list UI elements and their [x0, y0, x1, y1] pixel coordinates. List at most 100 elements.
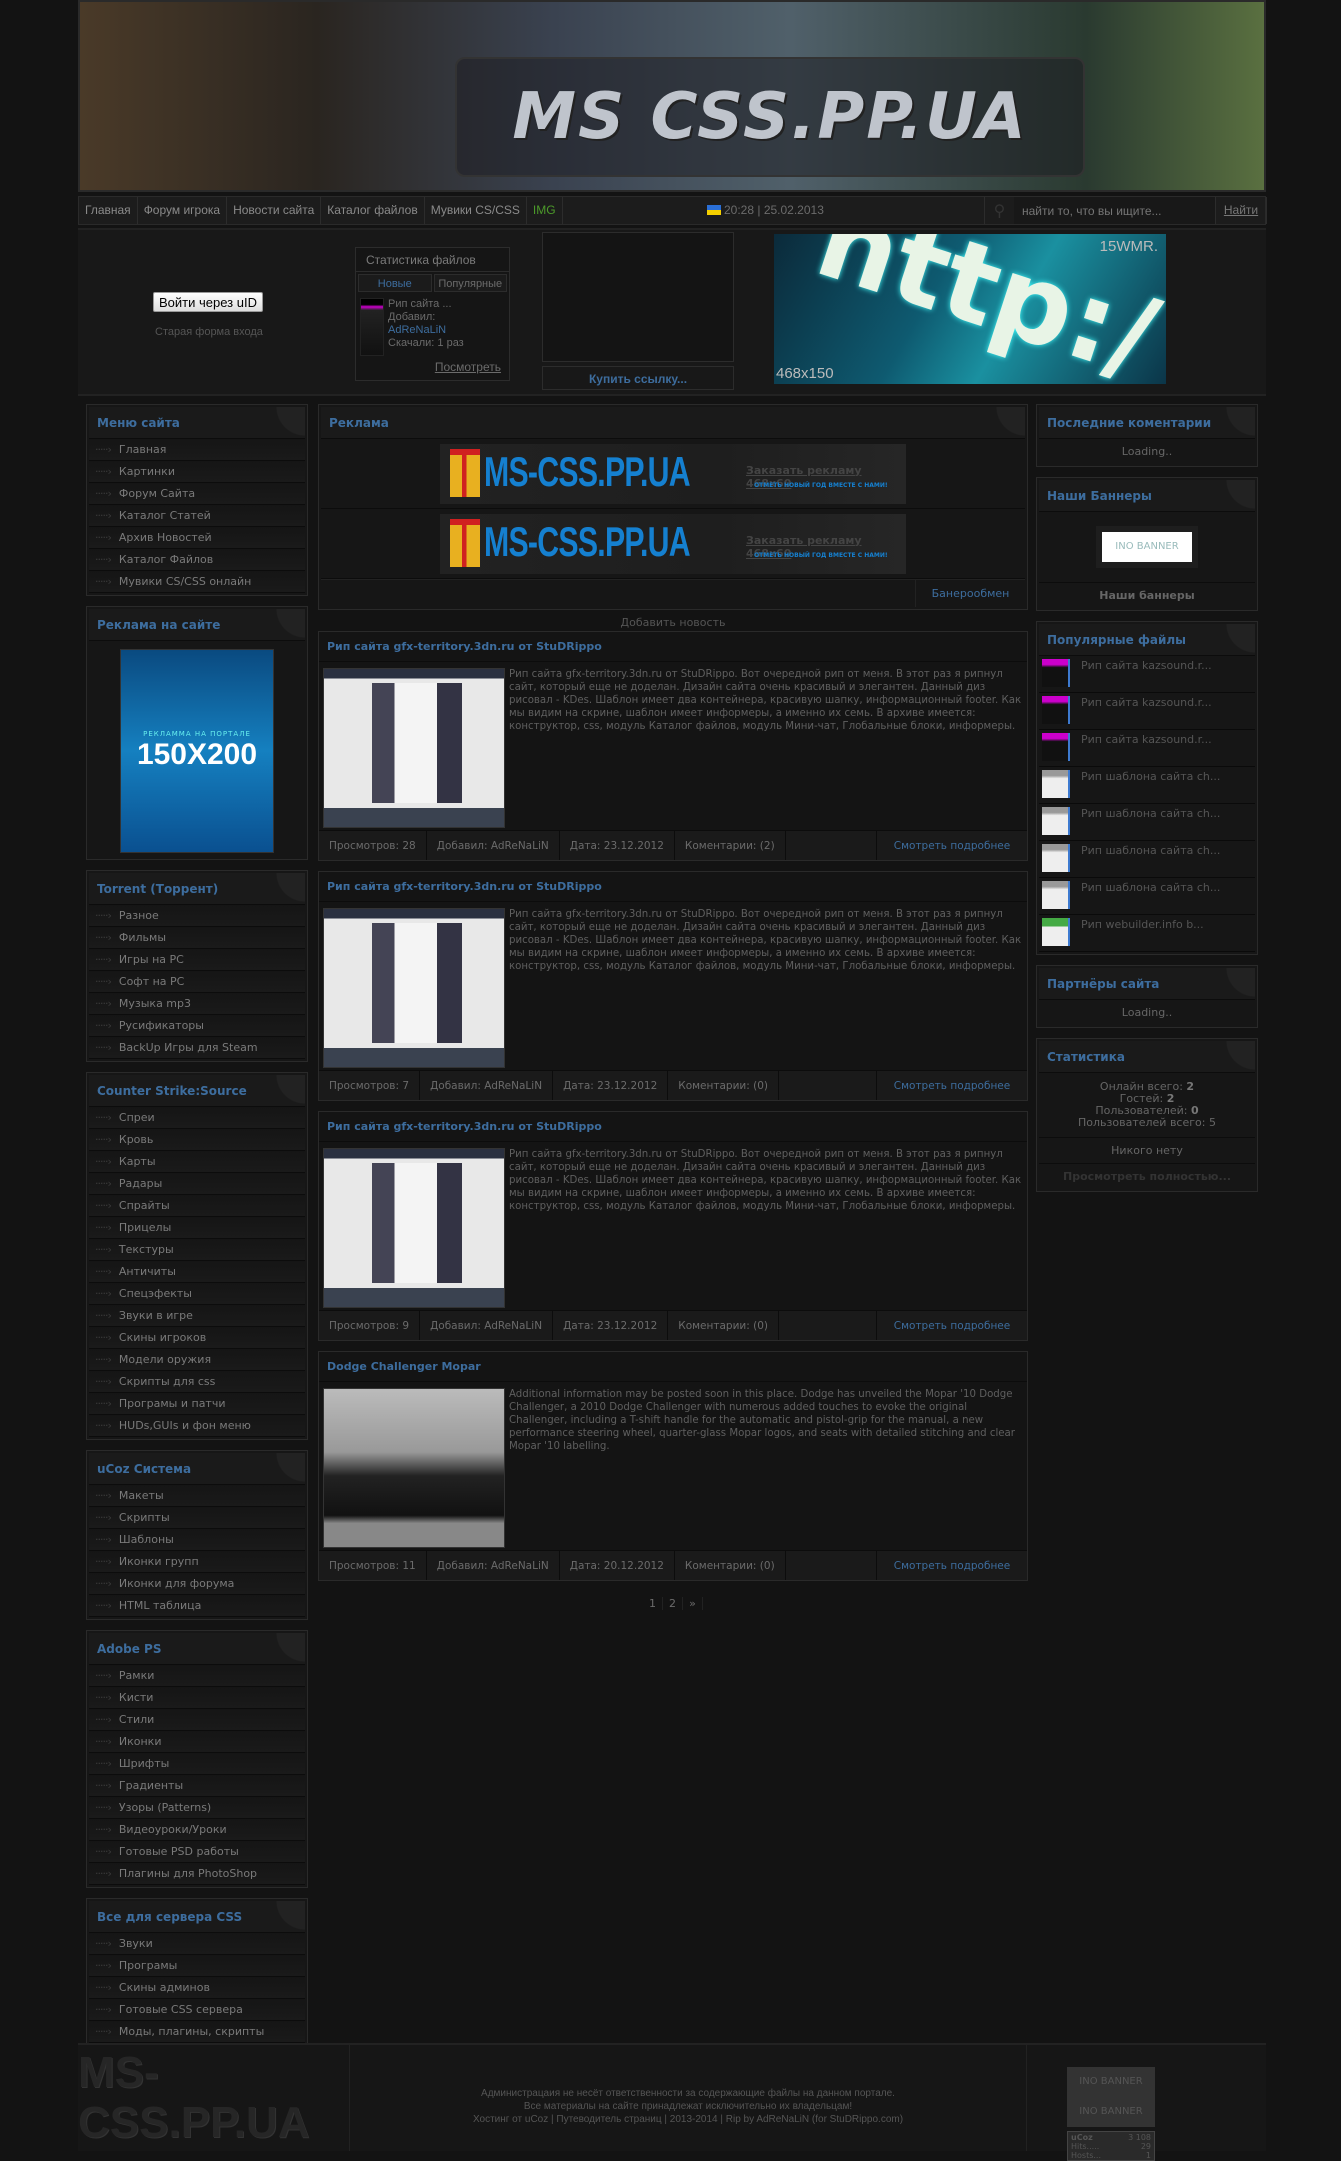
news-title[interactable]: Рип сайта gfx-territory.3dn.ru от StuDRi… [319, 872, 1027, 902]
sidebar-menu-item[interactable]: ·····› Шрифты [89, 1753, 305, 1775]
sidebar-menu-item[interactable]: ·····› Разное [89, 905, 305, 927]
sidebar-menu-item[interactable]: ·····› Скрипты [89, 1507, 305, 1529]
news-comments[interactable]: Коментарии: (0) [675, 1551, 786, 1580]
sidebar-menu-item[interactable]: ·····› Спреи [89, 1107, 305, 1129]
sidebar-menu-item[interactable]: ·····› Каталог Статей [89, 505, 305, 527]
tab-new[interactable]: Новые [358, 274, 432, 292]
sidebar-menu-item[interactable]: ·····› Градиенты [89, 1775, 305, 1797]
popular-file-item[interactable]: Рип шаблона сайта ch... [1039, 841, 1255, 878]
sidebar-menu-item[interactable]: ·····› Иконки групп [89, 1551, 305, 1573]
nav-forum[interactable]: Форум игрока [138, 197, 228, 224]
nav-home[interactable]: Главная [79, 197, 138, 224]
sidebar-menu-item[interactable]: ·····› Готовые CSS сервера [89, 1999, 305, 2021]
sidebar-menu-item[interactable]: ·····› Античиты [89, 1261, 305, 1283]
sidebar-menu-item[interactable]: ·····› BackUp Игры для Steam [89, 1037, 305, 1059]
hosting-line[interactable]: Хостинг от uCoz | Путеводитель страниц |… [350, 2113, 1026, 2126]
news-comments[interactable]: Коментарии: (0) [668, 1071, 779, 1100]
sidebar-menu-item[interactable]: ·····› Музыка mp3 [89, 993, 305, 1015]
sidebar-menu-item[interactable]: ·····› Звуки в игре [89, 1305, 305, 1327]
read-more-link[interactable]: Смотреть подробнее [877, 1311, 1027, 1340]
news-author[interactable]: Добавил: AdReNaLiN [420, 1071, 554, 1100]
our-banners-link[interactable]: Наши баннеры [1039, 582, 1255, 608]
old-login-link[interactable]: Старая форма входа [153, 326, 265, 338]
sidebar-menu-item[interactable]: ·····› Плагины для PhotoShop [89, 1863, 305, 1885]
file-thumbnail[interactable] [360, 298, 384, 356]
popular-file-item[interactable]: Рип сайта kazsound.r... [1039, 730, 1255, 767]
read-more-link[interactable]: Смотреть подробнее [877, 831, 1027, 860]
sidebar-menu-item[interactable]: ·····› Картинки [89, 461, 305, 483]
sidebar-menu-item[interactable]: ·····› Стили [89, 1709, 305, 1731]
news-comments[interactable]: Коментарии: (0) [668, 1311, 779, 1340]
sidebar-menu-item[interactable]: ·····› Радары [89, 1173, 305, 1195]
page-next[interactable]: » [683, 1597, 703, 1610]
sidebar-menu-item[interactable]: ·····› Архив Новостей [89, 527, 305, 549]
sidebar-menu-item[interactable]: ·····› Кисти [89, 1687, 305, 1709]
news-title[interactable]: Рип сайта gfx-territory.3dn.ru от StuDRi… [319, 632, 1027, 662]
sidebar-menu-item[interactable]: ·····› Узоры (Patterns) [89, 1797, 305, 1819]
ucoz-counter[interactable]: uCoz 3 108 Hits..... 29 Hosts... 1 [1067, 2131, 1155, 2161]
news-image[interactable] [323, 668, 505, 828]
news-title[interactable]: Рип сайта gfx-territory.3dn.ru от StuDRi… [319, 1112, 1027, 1142]
footer-banner[interactable]: INO BANNER [1067, 2097, 1155, 2127]
news-title[interactable]: Dodge Challenger Mopar [319, 1352, 1027, 1382]
sidebar-menu-item[interactable]: ·····› Форум Сайта [89, 483, 305, 505]
footer-banner[interactable]: INO BANNER [1067, 2067, 1155, 2097]
sidebar-menu-item[interactable]: ·····› Звуки [89, 1933, 305, 1955]
view-file-link[interactable]: Посмотреть [435, 360, 501, 374]
sidebar-menu-item[interactable]: ·····› Макеты [89, 1485, 305, 1507]
sidebar-menu-item[interactable]: ·····› Карты [89, 1151, 305, 1173]
sidebar-menu-item[interactable]: ·····› Готовые PSD работы [89, 1841, 305, 1863]
popular-file-item[interactable]: Рип сайта kazsound.r... [1039, 693, 1255, 730]
site-logo[interactable]: MS CSS.PP.UA [455, 57, 1085, 177]
popular-file-item[interactable]: Рип шаблона сайта ch... [1039, 767, 1255, 804]
sidebar-menu-item[interactable]: ·····› Мувики CS/CSS онлайн [89, 571, 305, 593]
sidebar-menu-item[interactable]: ·····› HTML таблица [89, 1595, 305, 1617]
sidebar-menu-item[interactable]: ·····› Спрайты [89, 1195, 305, 1217]
news-author[interactable]: Добавил: AdReNaLiN [427, 1551, 560, 1580]
sidebar-menu-item[interactable]: ·····› Игры на PC [89, 949, 305, 971]
ad-banner-468x150[interactable]: http:/ 15WMR. 468x150 [774, 234, 1166, 384]
news-image[interactable] [323, 1388, 505, 1548]
read-more-link[interactable]: Смотреть подробнее [877, 1551, 1027, 1580]
news-image[interactable] [323, 1148, 505, 1308]
sidebar-menu-item[interactable]: ·····› Русификаторы [89, 1015, 305, 1037]
search-button[interactable]: Найти [1215, 197, 1267, 224]
ad-banner-468x60[interactable]: MS-CSS.PP.UA Заказать рекламу 468x60 ОТМЕТ… [440, 443, 906, 504]
sidebar-menu-item[interactable]: ·····› Фильмы [89, 927, 305, 949]
view-all-link[interactable]: Просмотреть полностью... [1039, 1164, 1255, 1189]
nav-movies[interactable]: Мувики CS/CSS [425, 197, 527, 224]
sidebar-menu-item[interactable]: ·····› Програмы [89, 1955, 305, 1977]
sidebar-menu-item[interactable]: ·····› Прицелы [89, 1217, 305, 1239]
sidebar-menu-item[interactable]: ·····› Спецэфекты [89, 1283, 305, 1305]
read-more-link[interactable]: Смотреть подробнее [877, 1071, 1027, 1100]
sidebar-menu-item[interactable]: ·····› Програмы и патчи [89, 1393, 305, 1415]
add-news-link[interactable]: Добавить новость [318, 616, 1028, 629]
sidebar-menu-item[interactable]: ·····› Моды, плагины, скрипты [89, 2021, 305, 2043]
sidebar-menu-item[interactable]: ·····› Скрипты для css [89, 1371, 305, 1393]
news-image[interactable] [323, 908, 505, 1068]
sidebar-menu-item[interactable]: ·····› HUDs,GUIs и фон меню [89, 1415, 305, 1437]
file-author[interactable]: AdReNaLiN [388, 324, 464, 337]
nav-img[interactable]: IMG [527, 197, 563, 224]
nav-news[interactable]: Новости сайта [227, 197, 322, 224]
buy-link-button[interactable]: Купить ссылку... [542, 366, 734, 390]
banner-exchange-link[interactable]: Банерообмен [915, 580, 1025, 607]
sidebar-menu-item[interactable]: ·····› Скины админов [89, 1977, 305, 1999]
popular-file-item[interactable]: Рип webuilder.info b... [1039, 915, 1255, 952]
page-1[interactable]: 1 [643, 1597, 663, 1610]
file-name[interactable]: Рип сайта ... [388, 298, 464, 311]
popular-file-item[interactable]: Рип сайта kazsound.r... [1039, 656, 1255, 693]
page-2[interactable]: 2 [663, 1597, 683, 1610]
nav-files[interactable]: Каталог файлов [321, 197, 425, 224]
sidebar-menu-item[interactable]: ·····› Шаблоны [89, 1529, 305, 1551]
ad-banner-150x200[interactable]: РЕКЛАММА НА ПОРТАЛЕ 150X200 [120, 649, 274, 853]
sidebar-menu-item[interactable]: ·····› Иконки [89, 1731, 305, 1753]
search-input[interactable] [1014, 197, 1215, 224]
news-author[interactable]: Добавил: AdReNaLiN [420, 1311, 554, 1340]
sidebar-menu-item[interactable]: ·····› Скины игроков [89, 1327, 305, 1349]
news-author[interactable]: Добавил: AdReNaLiN [427, 831, 560, 860]
ino-banner[interactable]: INO BANNER [1102, 532, 1192, 562]
sidebar-menu-item[interactable]: ·····› Каталог Файлов [89, 549, 305, 571]
sidebar-menu-item[interactable]: ·····› Иконки для форума [89, 1573, 305, 1595]
uid-login-button[interactable]: Войти через uID [153, 292, 263, 312]
